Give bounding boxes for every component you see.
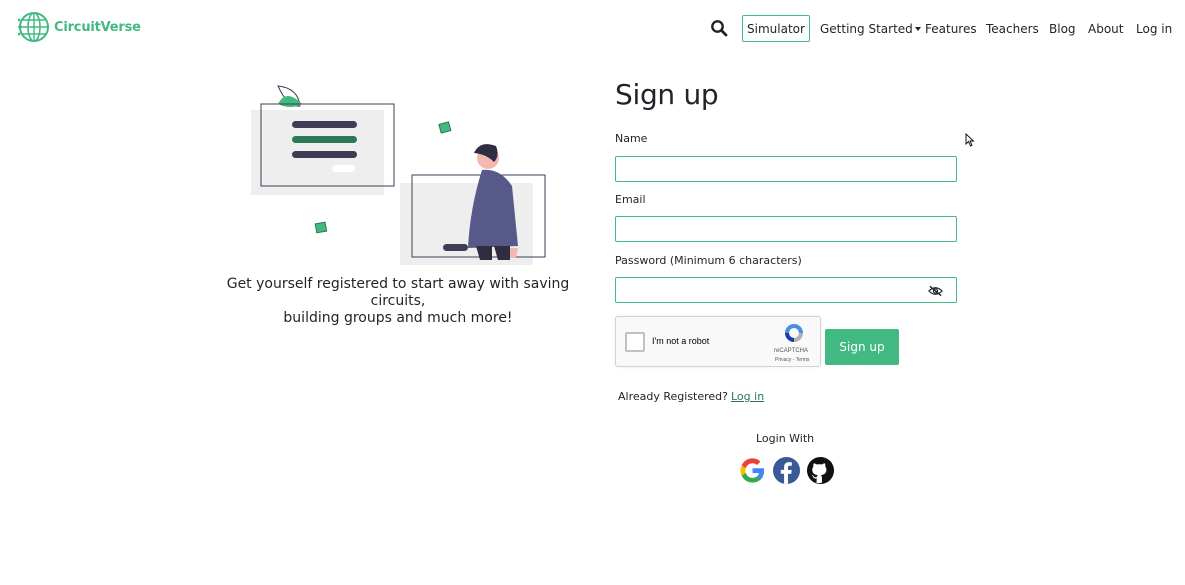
nav-simulator-button[interactable]: Simulator bbox=[742, 15, 810, 42]
recaptcha-widget: I'm not a robot reCAPTCHA Privacy - Term… bbox=[615, 316, 821, 367]
login-with-label: Login With bbox=[756, 432, 815, 445]
chevron-down-icon bbox=[914, 27, 921, 31]
eye-slash-icon[interactable] bbox=[928, 285, 943, 297]
search-icon[interactable] bbox=[710, 19, 728, 37]
recaptcha-checkbox[interactable] bbox=[625, 332, 645, 352]
recaptcha-icon bbox=[785, 324, 803, 342]
password-label: Password (Minimum 6 characters) bbox=[615, 254, 802, 267]
brand-logo[interactable]: CircuitVerse bbox=[18, 10, 141, 44]
google-icon[interactable] bbox=[738, 456, 767, 485]
login-link[interactable]: Log in bbox=[731, 390, 764, 403]
page-title: Sign up bbox=[615, 78, 719, 111]
circuitverse-logo-icon bbox=[18, 12, 49, 42]
tagline-line-2: building groups and much more! bbox=[283, 310, 513, 326]
already-registered: Already Registered? Log in bbox=[618, 390, 764, 403]
nav-features[interactable]: Features bbox=[925, 22, 977, 36]
signup-button[interactable]: Sign up bbox=[825, 329, 899, 365]
recaptcha-label: I'm not a robot bbox=[652, 336, 710, 346]
nav-getting-started[interactable]: Getting Started bbox=[820, 22, 921, 36]
mouse-cursor-icon bbox=[965, 133, 975, 147]
already-registered-text: Already Registered? bbox=[618, 390, 728, 403]
nav-teachers[interactable]: Teachers bbox=[986, 22, 1039, 36]
signup-illustration bbox=[251, 85, 546, 265]
signup-tagline: Get yourself registered to start away wi… bbox=[200, 276, 596, 327]
email-label: Email bbox=[615, 193, 646, 206]
navbar: CircuitVerse Simulator Getting Started F… bbox=[0, 0, 1185, 58]
nav-getting-started-label: Getting Started bbox=[820, 22, 913, 36]
recaptcha-brand: reCAPTCHA bbox=[774, 348, 809, 354]
nav-login[interactable]: Log in bbox=[1136, 22, 1172, 36]
tagline-line-1: Get yourself registered to start away wi… bbox=[226, 276, 570, 309]
nav-about[interactable]: About bbox=[1088, 22, 1123, 36]
github-icon[interactable] bbox=[806, 456, 835, 485]
nav-blog[interactable]: Blog bbox=[1049, 22, 1076, 36]
recaptcha-links[interactable]: Privacy - Terms bbox=[775, 357, 809, 363]
password-field[interactable] bbox=[615, 277, 957, 303]
brand-name: CircuitVerse bbox=[54, 19, 141, 35]
name-field[interactable] bbox=[615, 156, 957, 182]
facebook-icon[interactable] bbox=[772, 456, 801, 485]
email-field[interactable] bbox=[615, 216, 957, 242]
name-label: Name bbox=[615, 132, 648, 145]
